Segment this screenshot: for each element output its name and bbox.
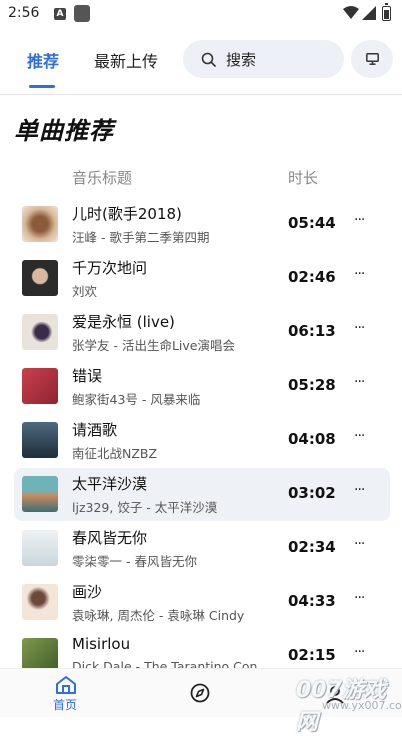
more-options-icon[interactable]: ···	[354, 212, 365, 228]
song-subtitle: 袁咏琳, 周杰伦 - 袁咏琳 Cindy	[72, 608, 245, 623]
more-options-icon[interactable]: ···	[354, 320, 365, 336]
more-options-icon[interactable]: ···	[354, 374, 365, 390]
song-duration: 05:44	[288, 214, 336, 232]
album-cover	[22, 422, 58, 458]
screen-cast-button[interactable]	[351, 40, 393, 78]
song-duration: 02:46	[288, 268, 336, 286]
column-header-duration: 时长	[288, 169, 319, 187]
song-duration: 03:02	[288, 484, 336, 502]
song-title: 画沙	[72, 583, 103, 601]
tab-active-indicator	[29, 85, 55, 88]
song-row-active[interactable]: 太平洋沙漠 ljz329, 饺子 - 太平洋沙漠 03:02 ···	[14, 468, 390, 521]
search-placeholder: 搜索	[226, 51, 257, 69]
song-duration: 04:33	[288, 592, 336, 610]
song-title: 太平洋沙漠	[72, 475, 148, 493]
song-subtitle: 汪峰 - 歌手第二季第四期	[72, 230, 210, 245]
song-row[interactable]: 画沙 袁咏琳, 周杰伦 - 袁咏琳 Cindy 04:33 ···	[14, 576, 390, 629]
notification-a-icon: A	[54, 8, 66, 20]
song-row[interactable]: 千万次地问 刘欢 02:46 ···	[14, 252, 390, 305]
battery-icon	[382, 3, 391, 21]
song-title: 千万次地问	[72, 259, 148, 277]
tab-latest-upload[interactable]: 最新上传	[94, 48, 158, 72]
wifi-icon	[343, 6, 359, 19]
monitor-icon	[366, 53, 379, 65]
album-cover	[22, 584, 58, 620]
song-title: Misirlou	[72, 635, 131, 653]
more-options-icon[interactable]: ···	[354, 266, 365, 282]
home-icon[interactable]	[55, 675, 77, 695]
song-subtitle: 刘欢	[72, 284, 98, 299]
more-options-icon[interactable]: ···	[354, 482, 365, 498]
song-row[interactable]: 爱是永恒 (live) 张学友 - 活出生命Live演唱会 06:13 ···	[14, 306, 390, 359]
status-time: 2:56	[8, 5, 40, 21]
song-row[interactable]: 错误 鲍家街43号 - 风暴来临 05:28 ···	[14, 360, 390, 413]
song-duration: 04:08	[288, 430, 336, 448]
song-subtitle: 鲍家街43号 - 风暴来临	[72, 392, 201, 407]
album-cover	[22, 260, 58, 296]
song-duration: 02:15	[288, 646, 336, 664]
album-cover	[22, 368, 58, 404]
album-cover	[22, 206, 58, 242]
song-title: 爱是永恒 (live)	[72, 313, 175, 331]
notification-square-icon	[74, 5, 90, 22]
album-cover	[22, 314, 58, 350]
more-options-icon[interactable]: ···	[354, 428, 365, 444]
song-subtitle: 张学友 - 活出生命Live演唱会	[72, 338, 235, 353]
compass-icon[interactable]	[190, 683, 210, 703]
song-title: 春风皆无你	[72, 529, 148, 547]
header-divider	[0, 94, 402, 95]
section-title: 单曲推荐	[14, 117, 114, 145]
song-row[interactable]: 请酒歌 南征北战NZBZ 04:08 ···	[14, 414, 390, 467]
nav-home-label[interactable]: 首页	[53, 696, 77, 713]
song-subtitle: 南征北战NZBZ	[72, 446, 158, 461]
album-cover	[22, 476, 58, 512]
song-duration: 02:34	[288, 538, 336, 556]
watermark-url: www.yx007.com	[322, 699, 402, 712]
more-options-icon[interactable]: ···	[354, 644, 365, 660]
tab-recommend[interactable]: 推荐	[27, 48, 59, 72]
search-box[interactable]: 搜索	[183, 40, 344, 78]
song-duration: 06:13	[288, 322, 336, 340]
song-duration: 05:28	[288, 376, 336, 394]
song-title: 请酒歌	[72, 421, 118, 439]
song-title: 儿时(歌手2018)	[72, 205, 182, 223]
more-options-icon[interactable]: ···	[354, 536, 365, 552]
column-header-title: 音乐标题	[72, 169, 133, 187]
song-row[interactable]: 春风皆无你 零柒零一 - 春风皆无你 02:34 ···	[14, 522, 390, 575]
album-cover	[22, 530, 58, 566]
status-bar: 2:56 A	[0, 0, 402, 28]
song-subtitle: ljz329, 饺子 - 太平洋沙漠	[72, 500, 218, 515]
search-icon	[201, 52, 216, 67]
song-subtitle: 零柒零一 - 春风皆无你	[72, 554, 197, 569]
more-options-icon[interactable]: ···	[354, 590, 365, 606]
song-row[interactable]: 儿时(歌手2018) 汪峰 - 歌手第二季第四期 05:44 ···	[14, 198, 390, 251]
signal-icon	[362, 6, 376, 20]
song-title: 错误	[72, 367, 103, 385]
